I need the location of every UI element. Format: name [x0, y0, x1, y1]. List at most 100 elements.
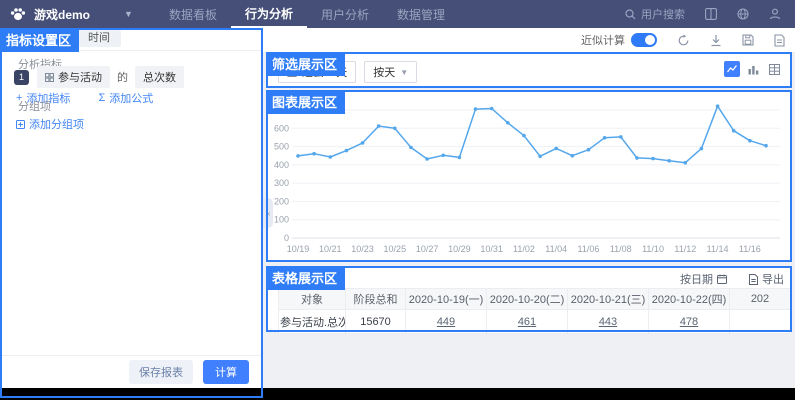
chevron-down-icon: ▼ [400, 68, 408, 77]
calculate-button[interactable]: 计算 [203, 360, 249, 384]
save-icon[interactable] [742, 34, 754, 46]
metric-index-badge: 1 [14, 70, 29, 85]
search-icon [625, 9, 636, 20]
bar-chart-view-button[interactable] [745, 61, 761, 77]
svg-text:11/14: 11/14 [707, 244, 729, 254]
svg-text:500: 500 [274, 142, 289, 152]
filter-chips: 过去30天 按天 ▼ [278, 61, 425, 83]
line-chart: 0 100 200 300 400 500 600 700 10/19 10/21 10/23 10/… [274, 102, 784, 258]
results-table: 对象 阶段总和 2020-10-19(一) 2020-10-20(二) 2020… [278, 288, 791, 334]
cell-stage-total: 15670 [346, 310, 406, 334]
indicator-settings-panel: 时间 分析指标 1 参与活动 的 总次数 + 添加指标 Σ 添加公式 分组项 [2, 28, 261, 388]
nav-item-dashboard[interactable]: 数据看板 [155, 0, 231, 28]
metric-measure-chip[interactable]: 总次数 [135, 66, 184, 88]
add-formula-button[interactable]: Σ 添加公式 [98, 90, 153, 106]
nav-item-user-analysis[interactable]: 用户分析 [307, 0, 383, 28]
col-object: 对象 [279, 289, 346, 310]
group-section-title: 分组项 [18, 98, 51, 114]
svg-text:0: 0 [284, 233, 289, 243]
refresh-icon[interactable] [677, 34, 690, 47]
svg-text:600: 600 [274, 123, 289, 133]
cell-value-link[interactable]: 461 [518, 316, 536, 328]
col-date-3: 2020-10-21(三) [568, 289, 649, 310]
svg-text:11/06: 11/06 [578, 244, 600, 254]
view-by-date-button[interactable]: 按日期 [680, 271, 731, 287]
svg-text:11/12: 11/12 [674, 244, 696, 254]
svg-text:10/21: 10/21 [319, 244, 342, 254]
svg-text:100: 100 [274, 215, 289, 225]
app-logo-paw-icon [10, 7, 26, 21]
download-icon[interactable] [710, 34, 722, 47]
cell-value-link[interactable]: 443 [599, 316, 617, 328]
sigma-icon: Σ [98, 92, 105, 104]
project-selector[interactable]: 游戏demo ▼ [34, 6, 133, 23]
svg-text:10/25: 10/25 [384, 244, 407, 254]
save-report-button[interactable]: 保存报表 [129, 360, 193, 384]
svg-text:300: 300 [274, 178, 289, 188]
filter-display-area: 过去30天 按天 ▼ [268, 54, 790, 86]
panel-footer: 保存报表 计算 [2, 355, 261, 388]
metric-row: 1 参与活动 的 总次数 [14, 66, 184, 88]
calendar-icon [287, 67, 297, 77]
svg-text:11/02: 11/02 [513, 244, 535, 254]
cell-value-link[interactable]: 478 [680, 316, 698, 328]
export-button[interactable]: 导出 [745, 271, 784, 287]
svg-text:200: 200 [274, 196, 289, 206]
event-icon [45, 73, 54, 82]
granularity-selector[interactable]: 按天 ▼ [364, 61, 417, 83]
report-toolbar: 近似计算 [263, 28, 795, 53]
svg-text:10/19: 10/19 [287, 244, 310, 254]
svg-text:11/10: 11/10 [642, 244, 664, 254]
col-date-4: 2020-10-22(四) [649, 289, 730, 310]
main-nav: 数据看板 行为分析 用户分析 数据管理 [155, 0, 459, 28]
toggle-knob [645, 35, 655, 45]
nav-item-behavior-analysis[interactable]: 行为分析 [231, 0, 307, 28]
nav-item-data-management[interactable]: 数据管理 [383, 0, 459, 28]
col-date-2: 2020-10-20(二) [487, 289, 568, 310]
svg-text:700: 700 [274, 105, 289, 115]
user-search[interactable]: 用户搜索 [625, 6, 685, 22]
svg-text:11/08: 11/08 [610, 244, 632, 254]
col-stage-total: 阶段总和 [346, 289, 406, 310]
col-date-5: 202 [730, 289, 791, 310]
svg-text:10/31: 10/31 [480, 244, 503, 254]
panel-header: 时间 [2, 28, 261, 51]
date-range-selector[interactable]: 过去30天 [278, 61, 356, 83]
cell-empty [730, 310, 791, 334]
metric-event-chip[interactable]: 参与活动 [37, 66, 110, 88]
svg-text:400: 400 [274, 160, 289, 170]
metric-connector: 的 [117, 69, 128, 85]
project-name: 游戏demo [34, 6, 90, 23]
table-row: 参与活动.总次数 15670 449 461 443 478 [279, 310, 791, 334]
calendar-icon [717, 274, 727, 284]
top-navbar: 游戏demo ▼ 数据看板 行为分析 用户分析 数据管理 用户搜索 [0, 0, 795, 28]
report-icon[interactable] [774, 34, 785, 47]
table-view-button[interactable] [766, 61, 782, 77]
user-icon[interactable] [769, 8, 781, 20]
view-toggles [719, 61, 782, 77]
bottom-black-strip [0, 388, 795, 400]
line-chart-view-button[interactable] [724, 61, 740, 77]
behavior-analysis-page: 游戏demo ▼ 数据看板 行为分析 用户分析 数据管理 用户搜索 [0, 0, 795, 400]
chart-display-area: 0 100 200 300 400 500 600 700 10/19 10/21 10/23 10/… [268, 92, 790, 260]
svg-text:11/04: 11/04 [545, 244, 567, 254]
board-icon[interactable] [705, 8, 717, 20]
add-group-button[interactable]: 添加分组项 [16, 116, 84, 132]
svg-text:10/27: 10/27 [416, 244, 439, 254]
table-toolbar: 按日期 导出 [666, 271, 784, 287]
cell-value-link[interactable]: 449 [437, 316, 455, 328]
group-actions: 添加分组项 [16, 116, 84, 132]
col-date-1: 2020-10-19(一) [406, 289, 487, 310]
table-header-row: 对象 阶段总和 2020-10-19(一) 2020-10-20(二) 2020… [279, 289, 791, 310]
panel-collapse-handle[interactable]: « [263, 198, 273, 228]
table-display-area: 按日期 导出 对象 阶段总和 2020-10-19(一) 2020-10-20(… [268, 266, 790, 330]
tab-time[interactable]: 时间 [57, 30, 121, 47]
svg-text:10/29: 10/29 [448, 244, 471, 254]
approx-calc-toggle[interactable] [631, 33, 657, 47]
navbar-right: 用户搜索 [625, 6, 795, 22]
svg-text:10/23: 10/23 [351, 244, 374, 254]
approx-calc-label: 近似计算 [581, 32, 625, 48]
globe-icon[interactable] [737, 8, 749, 20]
chevron-down-icon: ▼ [124, 9, 133, 19]
svg-text:11/16: 11/16 [739, 244, 761, 254]
